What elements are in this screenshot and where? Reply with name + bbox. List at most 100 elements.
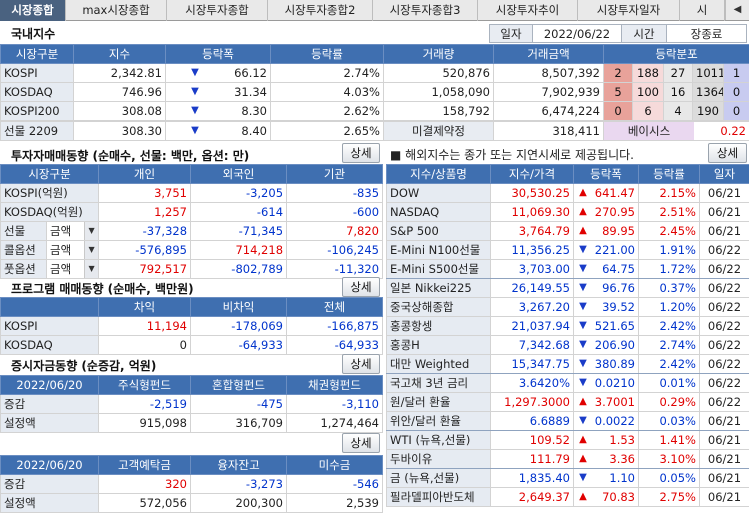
funds-row: 증감-2,519-475-3,110 <box>1 395 383 414</box>
overseas-row[interactable]: 중국상해종합3,267.20▼39.521.20%06/22 <box>387 298 749 317</box>
overseas-row[interactable]: 홍콩H7,342.68▼206.902.74%06/22 <box>387 336 749 355</box>
dist-lower-limit: 1 <box>724 64 749 83</box>
dist-flat: 16 <box>664 83 693 102</box>
domestic-change-cell: ▼8.30 <box>166 102 271 121</box>
down-arrow-icon: ▼ <box>577 412 589 430</box>
investor-header-3: 기관 <box>287 165 383 184</box>
program-name: KOSPI <box>1 317 99 336</box>
overseas-row[interactable]: 위안/달러 환율6.6889▼0.00220.03%06/21 <box>387 412 749 431</box>
tab-5[interactable]: 시장투자추이 <box>478 0 578 21</box>
investor-detail-button[interactable]: 상세 <box>342 143 380 163</box>
tab-4[interactable]: 시장투자종합3 <box>373 0 478 21</box>
overseas-rate: 2.51% <box>639 203 700 222</box>
up-arrow-icon: ▲ <box>577 431 589 449</box>
program-detail-button[interactable]: 상세 <box>342 277 380 297</box>
unit-select-value: 금액 <box>50 243 71 257</box>
program-name: KOSDAQ <box>1 336 99 355</box>
overseas-row[interactable]: 금 (뉴욕,선물)1,835.40▼1.100.05%06/21 <box>387 469 749 488</box>
up-arrow-icon: ▲ <box>577 184 589 202</box>
date-label: 일자 <box>489 24 533 43</box>
funds-title: 증시자금동향 (순증감, 억원) <box>11 357 156 374</box>
overseas-row[interactable]: 필라델피아반도체2,649.37▲70.832.75%06/21 <box>387 488 749 507</box>
funds-detail-button[interactable]: 상세 <box>342 354 380 374</box>
unit-select-value: 금액 <box>50 224 71 238</box>
dist-flat: 27 <box>664 64 693 83</box>
overseas-rate: 0.37% <box>639 279 700 298</box>
overseas-row[interactable]: NASDAQ11,069.30▲270.952.51%06/21 <box>387 203 749 222</box>
overseas-name: 중국상해종합 <box>387 298 491 317</box>
program-v1: 0 <box>99 336 191 355</box>
up-arrow-icon: ▲ <box>577 488 589 506</box>
domestic-amount: 8,507,392 <box>494 64 604 83</box>
program-header-1: 차익 <box>99 298 191 317</box>
funds-header-3: 채권형펀드 <box>287 376 383 395</box>
domestic-volume: 520,876 <box>384 64 494 83</box>
overseas-row[interactable]: 원/달러 환율1,297.3000▲3.70010.29%06/22 <box>387 393 749 412</box>
chevron-down-icon: ▼ <box>84 222 98 240</box>
date-value[interactable]: 2022/06/22 <box>532 24 622 43</box>
domestic-header-1: 지수 <box>74 45 166 64</box>
deposits-v3: -546 <box>287 475 383 494</box>
chevron-left-icon: ◀ <box>734 4 742 15</box>
down-arrow-icon: ▼ <box>189 122 201 140</box>
up-arrow-icon: ▲ <box>577 222 589 240</box>
funds-header-1: 주식형펀드 <box>99 376 191 395</box>
overseas-row[interactable]: 홍콩항셍21,037.94▼521.652.42%06/22 <box>387 317 749 336</box>
overseas-price: 111.79 <box>491 450 574 469</box>
tab-7[interactable]: 시 <box>680 0 725 21</box>
overseas-change-cell: ▲3.36 <box>574 450 639 469</box>
overseas-detail-button[interactable]: 상세 <box>708 143 747 163</box>
tab-scroll[interactable]: ◀ <box>725 0 749 20</box>
deposits-detail-button[interactable]: 상세 <box>342 433 380 453</box>
overseas-change-cell: ▼0.0210 <box>574 374 639 393</box>
dist-upper-limit: 5 <box>604 83 633 102</box>
overseas-row[interactable]: 두바이유111.79▲3.363.10%06/21 <box>387 450 749 469</box>
overseas-row[interactable]: 대만 Weighted15,347.75▼380.892.42%06/22 <box>387 355 749 374</box>
investor-row: KOSDAQ(억원)1,257-614-600 <box>1 203 383 222</box>
overseas-price: 1,835.40 <box>491 469 574 488</box>
domestic-index: 746.96 <box>74 83 166 102</box>
tab-2[interactable]: 시장투자종합 <box>167 0 268 21</box>
domestic-index: 308.08 <box>74 102 166 121</box>
overseas-row[interactable]: E-Mini S500선물3,703.00▼64.751.72%06/22 <box>387 260 749 279</box>
overseas-row[interactable]: S&P 5003,764.79▲89.952.45%06/21 <box>387 222 749 241</box>
funds-name: 설정액 <box>1 414 99 433</box>
overseas-row[interactable]: E-Mini N100선물11,356.25▼221.001.91%06/22 <box>387 241 749 260</box>
tab-3[interactable]: 시장투자종합2 <box>268 0 373 21</box>
overseas-change: 0.0210 <box>595 376 635 390</box>
domestic-row[interactable]: KOSPI2,342.81▼66.122.74%520,8768,507,392… <box>1 64 749 83</box>
overseas-date: 06/21 <box>700 412 749 431</box>
overseas-price: 1,297.3000 <box>491 393 574 412</box>
overseas-change-cell: ▼96.76 <box>574 279 639 298</box>
down-arrow-icon: ▼ <box>577 317 589 335</box>
overseas-price: 11,069.30 <box>491 203 574 222</box>
unit-select[interactable]: 금액▼ <box>47 241 99 260</box>
overseas-price: 109.52 <box>491 431 574 450</box>
investor-institution: -600 <box>287 203 383 222</box>
tab-6[interactable]: 시장투자일자 <box>578 0 680 21</box>
overseas-row[interactable]: 국고채 3년 금리3.6420%▼0.02100.01%06/22 <box>387 374 749 393</box>
unit-select[interactable]: 금액▼ <box>47 260 99 279</box>
overseas-row[interactable]: 일본 Nikkei22526,149.55▼96.760.37%06/22 <box>387 279 749 298</box>
funds-v2: -475 <box>191 395 287 414</box>
down-arrow-icon: ▼ <box>577 279 589 297</box>
down-arrow-icon: ▼ <box>189 83 201 101</box>
overseas-change-cell: ▼521.65 <box>574 317 639 336</box>
unit-select[interactable]: 금액 ▼ <box>47 222 99 241</box>
investor-foreign: -614 <box>191 203 287 222</box>
overseas-row[interactable]: DOW30,530.25▲641.472.15%06/21 <box>387 184 749 203</box>
investor-individual: 1,257 <box>99 203 191 222</box>
tab-1[interactable]: max시장종합 <box>66 0 167 21</box>
tab-0[interactable]: 시장종합 <box>0 0 66 21</box>
investor-header-1: 개인 <box>99 165 191 184</box>
domestic-row[interactable]: KOSPI200308.08▼8.302.62%158,7926,474,224… <box>1 102 749 121</box>
up-arrow-icon: ▲ <box>577 450 589 468</box>
deposits-header-3: 미수금 <box>287 456 383 475</box>
domestic-name: KOSPI200 <box>1 102 74 121</box>
domestic-row[interactable]: KOSDAQ746.96▼31.344.03%1,058,0907,902,93… <box>1 83 749 102</box>
overseas-change: 380.89 <box>595 357 635 371</box>
investor-foreign: 714,218 <box>191 241 287 260</box>
overseas-row[interactable]: WTI (뉴욕,선물)109.52▲1.531.41%06/21 <box>387 431 749 450</box>
domestic-header-4: 거래량 <box>384 45 494 64</box>
funds-v3: 1,274,464 <box>287 414 383 433</box>
